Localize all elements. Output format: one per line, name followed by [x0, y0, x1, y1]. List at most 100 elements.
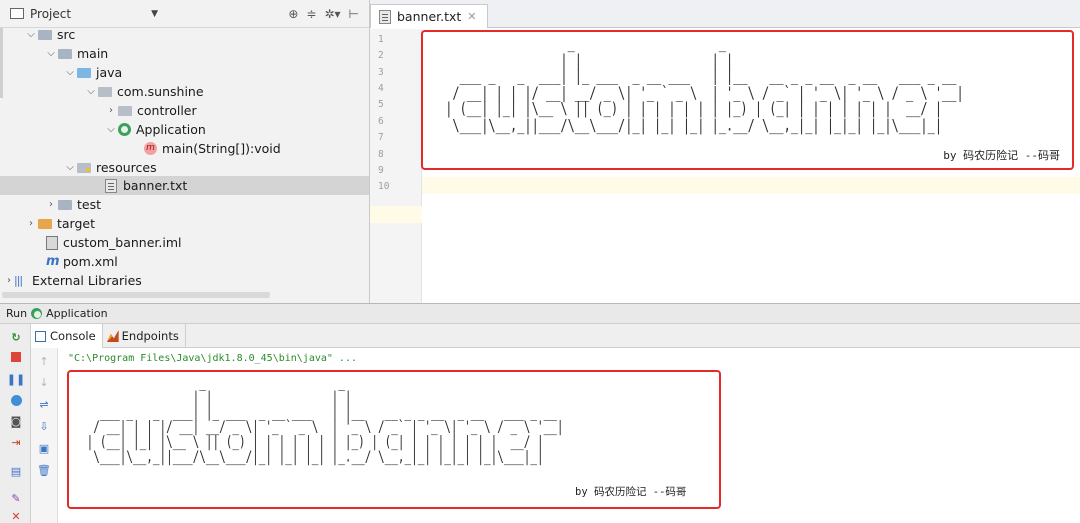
project-panel: Project ▼ ⊕ ≑ ✲▾ ⊢ ⌵ src ⌵ main ⌵ java ⌵…	[0, 0, 370, 303]
line-number-gutter: 1 2 3 4 5 6 7 8 9 10	[370, 29, 422, 303]
chevron-down-icon[interactable]: ⌵	[24, 29, 38, 40]
rerun-icon[interactable]: ↻	[8, 330, 24, 344]
tree-item-resources[interactable]: ⌵ resources	[63, 158, 157, 177]
folder-icon	[58, 48, 72, 59]
tree-item-label: pom.xml	[63, 254, 118, 269]
chevron-right-icon[interactable]: ›	[104, 105, 118, 116]
tree-item-controller[interactable]: › controller	[104, 101, 197, 120]
console-icon	[35, 330, 46, 342]
run-tool-window-header: Run Application	[0, 303, 1080, 324]
current-line-gutter	[370, 206, 422, 223]
chevron-right-icon[interactable]: ›	[44, 199, 58, 210]
project-header: Project ▼ ⊕ ≑ ✲▾ ⊢	[0, 0, 369, 28]
pin-icon[interactable]: ✎	[8, 491, 24, 505]
soft-wrap-icon[interactable]: ⇌	[36, 397, 52, 411]
stop-icon[interactable]	[8, 350, 24, 364]
tree-item-iml[interactable]: custom_banner.iml	[46, 233, 182, 252]
tree-item-target[interactable]: › target	[24, 214, 95, 233]
chevron-down-icon[interactable]: ⌵	[63, 67, 77, 78]
line-number: 10	[378, 181, 390, 192]
current-line-highlight	[422, 177, 1080, 194]
console-output[interactable]: "C:\Program Files\Java\jdk1.8.0_45\bin\j…	[58, 348, 1080, 523]
chevron-right-icon[interactable]: ›	[24, 218, 38, 229]
editor-tab-banner[interactable]: banner.txt ✕	[370, 4, 488, 28]
console-toolbar: ↑ ↓ ⇌ ⇩ ▣ 🗑	[31, 348, 58, 523]
tree-item-label: resources	[96, 160, 157, 175]
line-number: 6	[378, 116, 384, 127]
endpoints-icon	[106, 330, 119, 342]
chevron-down-icon[interactable]: ⌵	[104, 124, 118, 135]
library-icon: |||	[14, 274, 23, 287]
project-view-icon	[10, 8, 24, 19]
tree-scrollbar[interactable]	[0, 28, 3, 98]
resources-folder-icon	[77, 162, 91, 173]
editor-tab-bar: banner.txt ✕	[370, 0, 1080, 28]
line-number: 4	[378, 83, 384, 94]
horizontal-scrollbar[interactable]	[2, 292, 270, 298]
trash-icon[interactable]: 🗑	[36, 463, 52, 477]
run-label: Run	[6, 307, 28, 320]
tree-item-package[interactable]: ⌵ com.sunshine	[84, 82, 203, 101]
collapse-all-icon[interactable]: ≑	[306, 7, 316, 21]
chevron-right-icon[interactable]: ›	[4, 275, 14, 286]
locate-icon[interactable]: ⊕	[288, 7, 298, 21]
tree-item-label: java	[96, 65, 123, 80]
dump-threads-icon[interactable]: ◙	[8, 414, 24, 428]
run-toolbar: ↻ ❚❚ ◙ ⇥ ▤ ✎ ✕	[0, 324, 31, 523]
print-icon[interactable]: ▣	[36, 441, 52, 455]
tree-item-label: src	[57, 27, 76, 42]
tree-item-label: test	[77, 197, 102, 212]
chevron-down-icon[interactable]: ▼	[151, 9, 158, 19]
tree-item-label: External Libraries	[32, 273, 142, 288]
chevron-down-icon[interactable]: ⌵	[84, 86, 98, 97]
tree-item-application[interactable]: ⌵ Application	[104, 120, 206, 139]
resume-icon[interactable]	[8, 393, 24, 407]
close-icon[interactable]: ✕	[8, 509, 24, 523]
text-file-icon	[379, 9, 391, 24]
tree-item-java[interactable]: ⌵ java	[63, 63, 122, 82]
source-folder-icon	[77, 67, 91, 78]
tree-item-label: main(String[]):void	[162, 141, 281, 156]
line-number: 3	[378, 67, 384, 78]
line-number: 8	[378, 149, 384, 160]
tree-item-pom[interactable]: m pom.xml	[46, 252, 118, 271]
method-icon: m	[144, 142, 157, 155]
tab-console[interactable]: Console	[31, 324, 103, 348]
banner-byline: by 码农历险记 --码哥	[943, 149, 1060, 162]
run-config-tab[interactable]: Application	[31, 307, 108, 320]
tree-item-banner[interactable]: banner.txt	[0, 176, 369, 195]
banner-ascii-art: _ _ | | | | ___ _ _ ___| |_ ___ _ __ ___…	[445, 33, 964, 134]
run-config-label: Application	[46, 307, 108, 320]
layout-icon[interactable]: ▤	[8, 464, 24, 478]
maven-icon: m	[46, 254, 60, 269]
tree-item-label: custom_banner.iml	[63, 235, 182, 250]
line-number: 9	[378, 165, 384, 176]
chevron-down-icon[interactable]: ⌵	[63, 162, 77, 173]
package-icon	[98, 86, 112, 97]
tree-item-main-method[interactable]: m main(String[]):void	[144, 139, 281, 158]
pause-icon[interactable]: ❚❚	[7, 372, 25, 386]
exit-icon[interactable]: ⇥	[8, 435, 24, 449]
down-arrow-icon[interactable]: ↓	[36, 375, 52, 389]
gear-icon[interactable]: ✲▾	[324, 7, 340, 21]
line-number: 5	[378, 99, 384, 110]
tab-endpoints[interactable]: Endpoints	[103, 324, 186, 348]
spring-boot-icon	[31, 308, 43, 319]
project-title[interactable]: Project	[30, 7, 71, 21]
tree-item-src[interactable]: ⌵ src	[24, 25, 75, 44]
chevron-down-icon[interactable]: ⌵	[44, 48, 58, 59]
hide-panel-icon[interactable]: ⊢	[349, 7, 359, 21]
module-file-icon	[46, 235, 58, 250]
tree-item-external-libraries[interactable]: › ||| External Libraries	[4, 271, 142, 290]
close-icon[interactable]: ✕	[467, 10, 476, 23]
editor[interactable]: banner.txt ✕ 1 2 3 4 5 6 7 8 9 10 _ _ | …	[370, 0, 1080, 303]
scroll-to-end-icon[interactable]: ⇩	[36, 419, 52, 433]
tree-item-main[interactable]: ⌵ main	[44, 44, 108, 63]
spring-class-icon	[118, 123, 131, 136]
tree-item-test[interactable]: › test	[44, 195, 101, 214]
up-arrow-icon[interactable]: ↑	[36, 354, 52, 368]
tab-label: Endpoints	[121, 329, 179, 343]
package-icon	[118, 105, 132, 116]
editor-tab-label: banner.txt	[397, 9, 462, 24]
banner-ascii-art: _ _ | | | | ___ _ _ ___| |_ ___ _ __ ___…	[86, 373, 564, 466]
